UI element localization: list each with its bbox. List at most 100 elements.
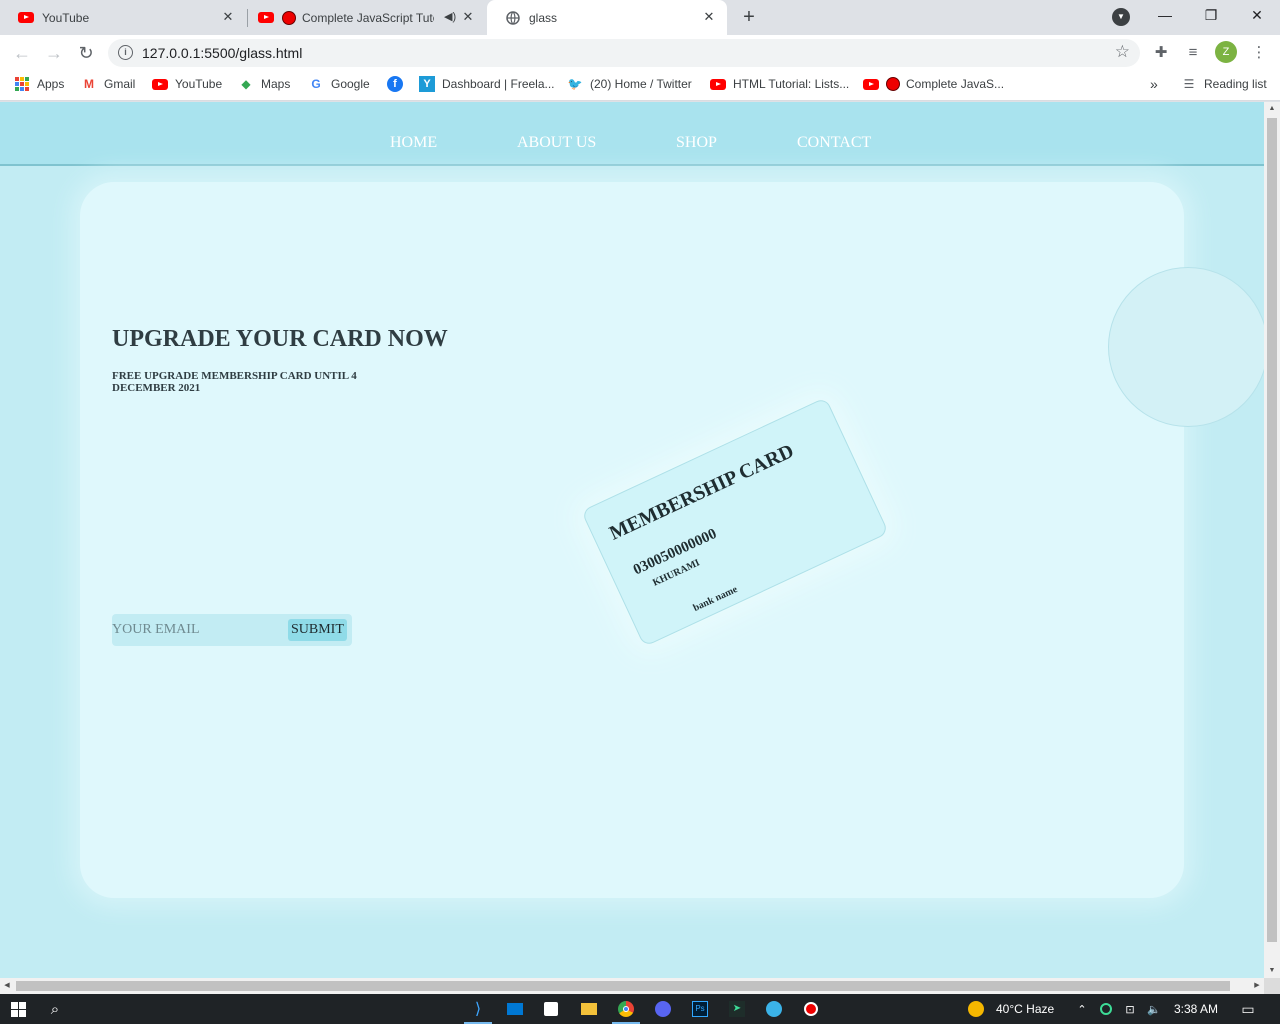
bookmark-youtube[interactable]: YouTube xyxy=(152,76,222,92)
start-button[interactable] xyxy=(8,999,28,1019)
horizontal-scrollbar[interactable]: ◀ ▶ xyxy=(0,978,1264,994)
speaker-icon[interactable]: ◀) xyxy=(444,10,456,23)
bookmarks-bar: Apps M Gmail YouTube ◆ Maps G Google f Y… xyxy=(0,70,1280,101)
twitter-icon: 🐦 xyxy=(567,77,583,91)
restore-button[interactable]: ❐ xyxy=(1188,0,1234,32)
clock[interactable]: 3:38 AM xyxy=(1174,1002,1218,1016)
edge-icon[interactable] xyxy=(764,999,784,1019)
file-explorer-icon[interactable] xyxy=(579,999,599,1019)
reading-list-icon: ☰ xyxy=(1183,77,1195,91)
scroll-left-icon[interactable]: ◀ xyxy=(0,978,14,994)
new-tab-button[interactable]: + xyxy=(738,6,760,28)
media-control-icon[interactable]: ≡ xyxy=(1183,43,1203,63)
scroll-up-icon[interactable]: ▲ xyxy=(1264,102,1280,116)
url-text[interactable]: 127.0.0.1:5500/glass.html xyxy=(142,45,302,61)
facebook-icon: f xyxy=(387,76,403,92)
bookmark-freelancer[interactable]: Y Dashboard | Freela... xyxy=(419,76,555,92)
nav-about-us[interactable]: ABOUT US xyxy=(517,134,596,152)
minimize-button[interactable]: — xyxy=(1142,0,1188,32)
site-navbar: HOME ABOUT US SHOP CONTACT xyxy=(0,102,1264,166)
bookmark-javascript[interactable]: Complete JavaS... xyxy=(863,76,1004,92)
reading-list-button[interactable]: ☰ Reading list xyxy=(1181,76,1267,92)
vscode-icon[interactable]: ⟩ xyxy=(464,999,492,1024)
tray-overflow-icon[interactable]: ⌃ xyxy=(1072,999,1092,1019)
address-bar[interactable]: i 127.0.0.1:5500/glass.html ☆ xyxy=(108,39,1140,67)
vertical-scrollbar[interactable]: ▲ ▼ xyxy=(1264,102,1280,978)
weather-text[interactable]: 40°C Haze xyxy=(996,1002,1054,1016)
youtube-icon xyxy=(258,10,274,26)
notification-icon[interactable]: ▭ xyxy=(1238,999,1258,1019)
close-icon[interactable]: ✕ xyxy=(701,9,717,25)
email-input[interactable]: YOUR EMAIL xyxy=(112,622,200,638)
back-button[interactable]: ← xyxy=(9,40,35,66)
windows-taskbar: ⌕ ⟩ Ps ➤ 40°C Haze ⌃ ⊡ 🔈 3:38 AM ▭ xyxy=(0,994,1280,1024)
bookmark-label: Dashboard | Freela... xyxy=(442,77,555,91)
bookmark-maps[interactable]: ◆ Maps xyxy=(238,76,290,92)
nav-home[interactable]: HOME xyxy=(390,134,437,152)
close-window-button[interactable]: ✕ xyxy=(1234,0,1280,32)
page-title: UPGRADE YOUR CARD NOW xyxy=(112,326,448,352)
app-icon[interactable]: ➤ xyxy=(727,999,747,1019)
tray-app-icon[interactable] xyxy=(1096,999,1116,1019)
bookmark-label: Complete JavaS... xyxy=(906,77,1005,91)
photoshop-icon[interactable]: Ps xyxy=(690,999,710,1019)
weather-icon[interactable] xyxy=(966,999,986,1019)
mail-icon[interactable] xyxy=(505,999,525,1019)
reading-list-label: Reading list xyxy=(1204,77,1267,91)
extensions-icon[interactable]: ✚ xyxy=(1151,43,1171,63)
tab-javascript-tutorial[interactable]: Complete JavaScript Tuto ◀) ✕ xyxy=(248,0,486,35)
scroll-thumb[interactable] xyxy=(16,981,1230,991)
scroll-right-icon[interactable]: ▶ xyxy=(1250,978,1264,994)
close-icon[interactable]: ✕ xyxy=(220,9,236,25)
nav-contact[interactable]: CONTACT xyxy=(797,134,871,152)
store-icon[interactable] xyxy=(541,999,561,1019)
tab-youtube[interactable]: YouTube ✕ xyxy=(0,0,246,35)
promo-subtitle: FREE UPGRADE MEMBERSHIP CARD UNTIL 4 DEC… xyxy=(112,370,357,394)
network-icon[interactable]: ⊡ xyxy=(1120,999,1140,1019)
tab-label: Complete JavaScript Tuto xyxy=(302,10,434,25)
tab-glass[interactable]: glass ✕ xyxy=(487,0,727,35)
bookmark-star-icon[interactable]: ☆ xyxy=(1115,42,1130,62)
windows-icon xyxy=(10,1001,26,1017)
tab-label: glass xyxy=(529,10,558,25)
decorative-circle xyxy=(1108,267,1264,427)
recording-icon xyxy=(886,77,900,91)
recording-icon xyxy=(282,10,296,25)
google-icon: G xyxy=(311,77,321,91)
email-form: YOUR EMAIL SUBMIT xyxy=(112,614,352,646)
youtube-icon xyxy=(152,76,168,92)
youtube-icon xyxy=(863,76,879,92)
forward-button[interactable]: → xyxy=(41,40,67,66)
profile-avatar[interactable]: Z xyxy=(1215,41,1237,63)
freelancer-icon: Y xyxy=(419,76,435,92)
bookmarks-overflow-button[interactable]: » xyxy=(1150,76,1158,92)
info-icon[interactable]: i xyxy=(118,45,133,60)
discord-icon[interactable] xyxy=(653,999,673,1019)
record-icon[interactable] xyxy=(801,999,821,1019)
close-icon[interactable]: ✕ xyxy=(460,9,476,25)
submit-button[interactable]: SUBMIT xyxy=(288,619,347,641)
bookmark-label: Apps xyxy=(37,77,65,91)
bookmark-apps[interactable]: Apps xyxy=(14,76,64,92)
scrollbar-corner xyxy=(1264,978,1280,994)
chrome-icon[interactable] xyxy=(612,999,640,1024)
volume-icon[interactable]: 🔈 xyxy=(1144,999,1164,1019)
reload-button[interactable]: ↻ xyxy=(73,40,99,66)
menu-icon[interactable]: ⋮ xyxy=(1249,43,1269,63)
bookmark-label: YouTube xyxy=(175,77,223,91)
nav-shop[interactable]: SHOP xyxy=(676,134,717,152)
scroll-down-icon[interactable]: ▼ xyxy=(1264,964,1280,978)
bookmark-google[interactable]: G Google xyxy=(308,76,369,92)
youtube-icon xyxy=(18,10,34,26)
page-viewport: HOME ABOUT US SHOP CONTACT UPGRADE YOUR … xyxy=(0,102,1264,978)
bookmark-gmail[interactable]: M Gmail xyxy=(81,76,135,92)
search-icon[interactable]: ⌕ xyxy=(45,999,65,1019)
bookmark-facebook[interactable]: f xyxy=(387,76,410,92)
bookmark-html-tutorial[interactable]: HTML Tutorial: Lists... xyxy=(710,76,849,92)
tab-strip: YouTube ✕ Complete JavaScript Tuto ◀) ✕ … xyxy=(0,0,1280,35)
scroll-thumb[interactable] xyxy=(1267,118,1277,942)
globe-icon xyxy=(505,10,521,26)
youtube-icon xyxy=(710,76,726,92)
tab-search-icon[interactable]: ▼ xyxy=(1112,8,1130,26)
bookmark-twitter[interactable]: 🐦 (20) Home / Twitter xyxy=(567,76,692,92)
